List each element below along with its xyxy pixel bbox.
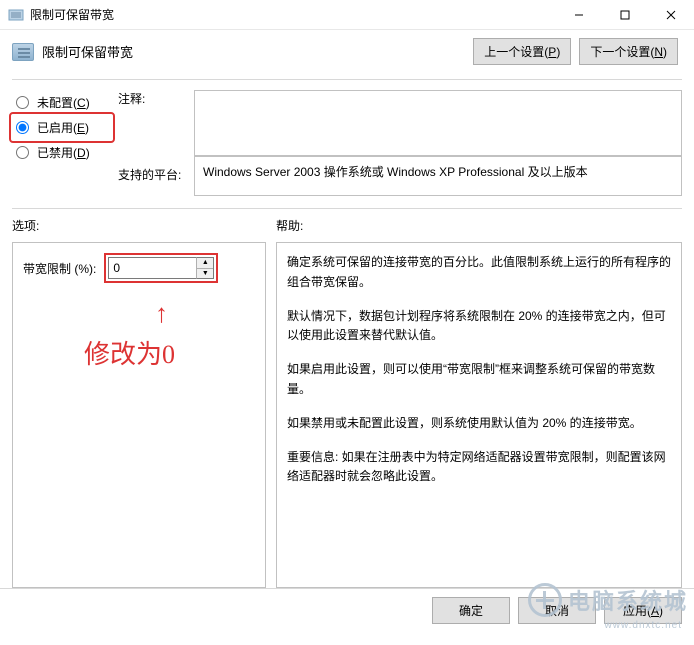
lower-section: 带宽限制 (%): ▲ ▼ 确定系统可保留的连接带宽的百分比。此值限制系统上运行… (0, 242, 694, 588)
next-setting-button[interactable]: 下一个设置(N) (579, 38, 678, 65)
policy-icon (12, 43, 34, 61)
dialog-buttons: 确定 取消 应用(A) (0, 588, 694, 632)
apply-button[interactable]: 应用(A) (604, 597, 682, 624)
options-panel: 带宽限制 (%): ▲ ▼ (12, 242, 266, 588)
window-title: 限制可保留带宽 (30, 6, 556, 23)
upper-section: 未配置(C) 已启用(E) 已禁用(D) 注释: 支持的平台: Windows … (0, 90, 694, 196)
policy-title: 限制可保留带宽 (42, 42, 133, 61)
spinner-up[interactable]: ▲ (197, 258, 213, 269)
platform-label: 支持的平台: (118, 156, 188, 183)
spinner-down[interactable]: ▼ (197, 269, 213, 279)
help-label: 帮助: (276, 217, 303, 234)
radio-disabled[interactable]: 已禁用(D) (12, 140, 112, 165)
window-buttons (556, 0, 694, 29)
help-p2: 如果启用此设置，则可以使用“带宽限制”框来调整系统可保留的带宽数量。 (287, 360, 671, 400)
divider (12, 79, 682, 80)
maximize-button[interactable] (602, 0, 648, 29)
help-panel: 确定系统可保留的连接带宽的百分比。此值限制系统上运行的所有程序的组合带宽保留。 … (276, 242, 682, 588)
prev-setting-button[interactable]: 上一个设置(P) (473, 38, 571, 65)
help-p0: 确定系统可保留的连接带宽的百分比。此值限制系统上运行的所有程序的组合带宽保留。 (287, 253, 671, 293)
header-row: 限制可保留带宽 上一个设置(P) 下一个设置(N) (0, 30, 694, 79)
platform-box: Windows Server 2003 操作系统或 Windows XP Pro… (194, 156, 682, 196)
radio-not-configured[interactable]: 未配置(C) (12, 90, 112, 115)
bandwidth-limit-highlight: ▲ ▼ (104, 253, 218, 283)
radio-enabled[interactable]: 已启用(E) (12, 115, 112, 140)
radio-not-configured-input[interactable] (16, 96, 29, 109)
bandwidth-limit-label: 带宽限制 (%): (23, 260, 96, 277)
radio-enabled-input[interactable] (16, 121, 29, 134)
radio-disabled-input[interactable] (16, 146, 29, 159)
help-p4: 重要信息: 如果在注册表中为特定网络适配器设置带宽限制，则配置该网络适配器时就会… (287, 448, 671, 488)
ok-button[interactable]: 确定 (432, 597, 510, 624)
spinner-buttons: ▲ ▼ (196, 257, 214, 279)
bandwidth-limit-input[interactable] (108, 257, 196, 279)
minimize-button[interactable] (556, 0, 602, 29)
comment-label: 注释: (118, 90, 188, 107)
divider-2 (12, 208, 682, 209)
options-help-labels: 选项: 帮助: (0, 217, 694, 242)
platform-text: Windows Server 2003 操作系统或 Windows XP Pro… (203, 165, 588, 179)
state-radios: 未配置(C) 已启用(E) 已禁用(D) (12, 90, 112, 165)
titlebar: 限制可保留带宽 (0, 0, 694, 30)
options-label: 选项: (12, 217, 276, 234)
close-button[interactable] (648, 0, 694, 29)
help-p3: 如果禁用或未配置此设置，则系统使用默认值为 20% 的连接带宽。 (287, 414, 671, 434)
comment-textarea[interactable] (194, 90, 682, 156)
app-icon (8, 7, 24, 23)
cancel-button[interactable]: 取消 (518, 597, 596, 624)
help-p1: 默认情况下，数据包计划程序将系统限制在 20% 的连接带宽之内，但可以使用此设置… (287, 307, 671, 347)
